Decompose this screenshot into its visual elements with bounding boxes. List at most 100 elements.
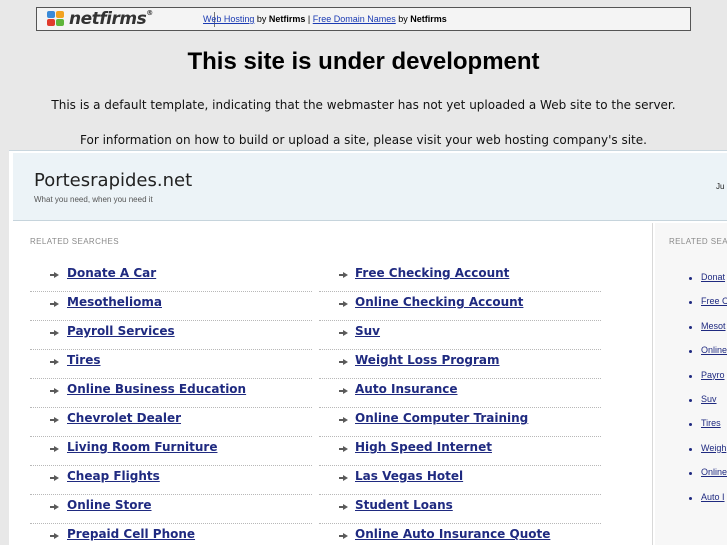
web-hosting-link[interactable]: Web Hosting <box>203 14 254 24</box>
arrow-right-icon <box>50 272 59 278</box>
banner-by-text: by <box>254 14 269 24</box>
sidebar-link[interactable]: Online <box>701 467 727 477</box>
related-search-link[interactable]: Free Checking Account <box>355 266 509 280</box>
related-search-link[interactable]: Online Computer Training <box>355 411 528 425</box>
netfirms-logo[interactable]: netfirms® <box>46 9 153 29</box>
arrow-right-icon <box>339 272 348 278</box>
related-search-item: Online Business Education <box>30 379 312 408</box>
sidebar-link[interactable]: Weigh <box>701 443 726 453</box>
banner-separator: | <box>305 14 313 24</box>
arrow-right-icon <box>339 330 348 336</box>
arrow-right-icon <box>50 504 59 510</box>
related-search-item: Donate A Car <box>30 263 312 292</box>
free-domain-names-link[interactable]: Free Domain Names <box>313 14 396 24</box>
arrow-right-icon <box>339 301 348 307</box>
logo-registered-mark: ® <box>146 9 153 17</box>
related-search-link[interactable]: Online Checking Account <box>355 295 523 309</box>
related-search-item: Free Checking Account <box>319 263 601 292</box>
arrow-right-icon <box>50 301 59 307</box>
arrow-right-icon <box>50 359 59 365</box>
netfirms-logo-icon <box>46 11 66 27</box>
arrow-right-icon <box>50 330 59 336</box>
banner-brand-2: Netfirms <box>410 14 447 24</box>
sidebar-link[interactable]: Donat <box>701 272 725 282</box>
arrow-right-icon <box>50 533 59 539</box>
sidebar-link[interactable]: Suv <box>701 394 717 404</box>
related-search-link[interactable]: Donate A Car <box>67 266 156 280</box>
related-search-item: Online Computer Training <box>319 408 601 437</box>
banner-by-text-2: by <box>395 14 411 24</box>
related-search-item: Auto Insurance <box>319 379 601 408</box>
bullet-icon <box>689 472 692 476</box>
arrow-right-icon <box>339 417 348 423</box>
site-title[interactable]: Portesrapides.net <box>34 170 192 191</box>
arrow-right-icon <box>339 446 348 452</box>
related-search-link[interactable]: Las Vegas Hotel <box>355 469 463 483</box>
related-search-item: Las Vegas Hotel <box>319 466 601 495</box>
bullet-icon <box>689 398 692 402</box>
related-search-link[interactable]: Student Loans <box>355 498 453 512</box>
related-search-link[interactable]: Online Store <box>67 498 152 512</box>
arrow-right-icon <box>50 388 59 394</box>
arrow-right-icon <box>50 417 59 423</box>
arrow-right-icon <box>339 533 348 539</box>
banner-links: Web Hosting by Netfirms | Free Domain Na… <box>203 14 447 24</box>
related-search-link[interactable]: Chevrolet Dealer <box>67 411 181 425</box>
related-search-link[interactable]: Mesothelioma <box>67 295 162 309</box>
related-search-link[interactable]: Payroll Services <box>67 324 175 338</box>
sidebar-related-label: RELATED SEA <box>669 237 727 246</box>
related-search-item: Online Store <box>30 495 312 524</box>
related-search-item: High Speed Internet <box>319 437 601 466</box>
related-search-link[interactable]: Weight Loss Program <box>355 353 500 367</box>
bullet-icon <box>689 325 692 329</box>
parked-domain-frame: Portesrapides.net What you need, when yo… <box>9 150 727 545</box>
related-searches-right-column: Free Checking Account Online Checking Ac… <box>319 263 601 545</box>
info-text-default-template: This is a default template, indicating t… <box>51 98 676 112</box>
arrow-right-icon <box>339 475 348 481</box>
related-search-item: Suv <box>319 321 601 350</box>
related-search-item: Weight Loss Program <box>319 350 601 379</box>
related-search-link[interactable]: Cheap Flights <box>67 469 160 483</box>
arrow-right-icon <box>339 359 348 365</box>
related-search-item: Living Room Furniture <box>30 437 312 466</box>
related-search-item: Cheap Flights <box>30 466 312 495</box>
banner-brand-1: Netfirms <box>268 14 306 24</box>
bullet-icon <box>689 301 692 305</box>
related-search-item: Chevrolet Dealer <box>30 408 312 437</box>
sidebar-link[interactable]: Auto I <box>701 492 725 502</box>
bullet-icon <box>689 423 692 427</box>
related-search-link[interactable]: Living Room Furniture <box>67 440 217 454</box>
bullet-icon <box>689 350 692 354</box>
related-search-link[interactable]: Suv <box>355 324 380 338</box>
sidebar-link[interactable]: Online <box>701 345 727 355</box>
sidebar-link[interactable]: Tires <box>701 418 721 428</box>
parked-header: Portesrapides.net What you need, when yo… <box>13 153 727 221</box>
related-search-item: Online Auto Insurance Quote <box>319 524 601 545</box>
sidebar-link[interactable]: Mesot <box>701 321 726 331</box>
related-search-item: Student Loans <box>319 495 601 524</box>
related-searches-sidebar: RELATED SEA Donat Free C Mesot Online Pa… <box>655 223 727 545</box>
header-clipped-text: Ju <box>716 182 725 191</box>
arrow-right-icon <box>50 475 59 481</box>
related-search-item: Payroll Services <box>30 321 312 350</box>
sidebar-link[interactable]: Payro <box>701 370 725 380</box>
related-searches-label: RELATED SEARCHES <box>30 237 119 246</box>
bullet-icon <box>689 374 692 378</box>
related-search-link[interactable]: Online Business Education <box>67 382 246 396</box>
related-search-link[interactable]: High Speed Internet <box>355 440 492 454</box>
sidebar-link[interactable]: Free C <box>701 296 727 306</box>
related-search-item: Online Checking Account <box>319 292 601 321</box>
bullet-icon <box>689 277 692 280</box>
arrow-right-icon <box>50 446 59 452</box>
related-search-link[interactable]: Prepaid Cell Phone <box>67 527 195 541</box>
related-searches-main: RELATED SEARCHES Donate A Car Mesothelio… <box>13 223 653 545</box>
info-text-hosting-company: For information on how to build or uploa… <box>80 133 647 147</box>
bullet-icon <box>689 447 692 451</box>
related-search-link[interactable]: Auto Insurance <box>355 382 458 396</box>
related-search-link[interactable]: Online Auto Insurance Quote <box>355 527 550 541</box>
netfirms-banner: netfirms® Web Hosting by Netfirms | Free… <box>36 7 691 31</box>
logo-text: netfirms <box>69 9 147 29</box>
related-search-item: Mesothelioma <box>30 292 312 321</box>
page-headline: This site is under development <box>187 48 540 75</box>
related-search-link[interactable]: Tires <box>67 353 101 367</box>
